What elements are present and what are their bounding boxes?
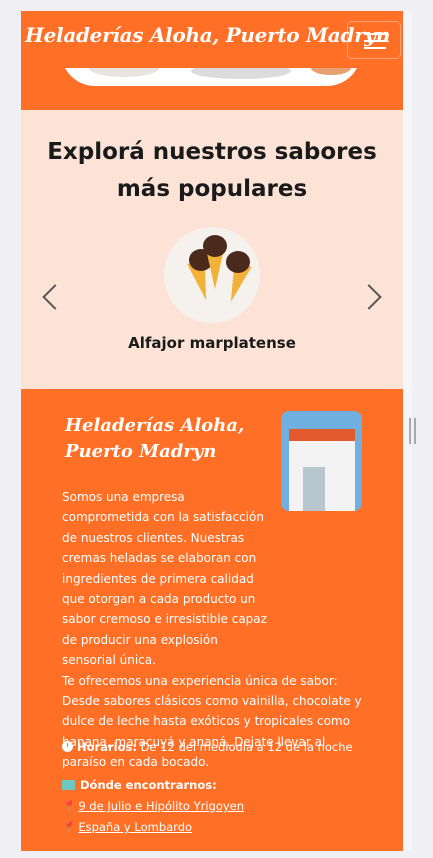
map-icon [62,780,75,790]
location-link[interactable]: 📍 9 de Julio e Hipólito Yrigoyen [62,799,244,813]
chevron-right-icon[interactable] [356,284,382,310]
navbar: Heladerías Aloha, Puerto Madryn [21,11,403,68]
section-title: Explorá nuestros sabores más populares [47,139,377,202]
flavor-image [164,227,260,323]
hours: Horarios: De 12 del mediodía a 12 de la … [62,740,353,754]
about-title: Heladerías Aloha, Puerto Madryn [65,415,245,462]
chevron-left-icon[interactable] [42,284,68,310]
menu-toggle-button[interactable] [347,21,401,59]
clock-icon [62,741,73,752]
about-description: Somos una empresa comprometida con la sa… [62,490,362,770]
page: Heladerías Aloha, Puerto Madryn Explorá … [21,11,403,851]
pin-icon: 📍 [62,820,77,834]
popular-flavors-section: Explorá nuestros sabores más populares A… [21,110,403,389]
scrollbar-grip[interactable] [409,418,416,444]
brand-logo-text[interactable]: Heladerías Aloha, Puerto Madryn [25,23,390,47]
location-link[interactable]: 📍 España y Lombardo [62,820,192,834]
flavor-name: Alfajor marplatense [128,334,296,352]
locations-title: Dónde encontrarnos: [62,778,217,792]
pin-icon: 📍 [62,799,77,813]
about-section: Heladerías Aloha, Puerto Madryn Somos un… [21,389,403,851]
hamburger-icon [364,33,386,35]
